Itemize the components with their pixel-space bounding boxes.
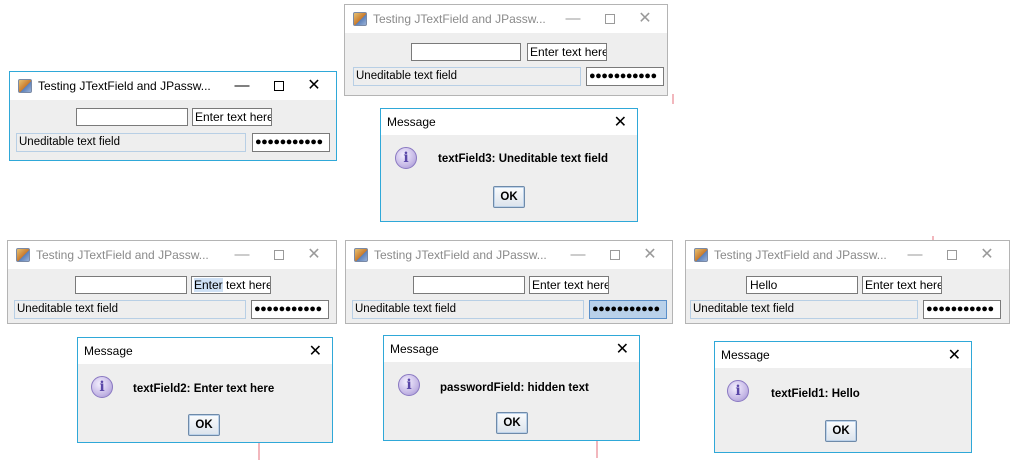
message-dialog-textfield1: Message ✕ i textField1: Hello OK [714, 341, 972, 453]
text-field-3-uneditable: Uneditable text field [353, 67, 581, 86]
maximize-icon [274, 81, 284, 92]
maximize-icon [274, 250, 284, 261]
window-title: Testing JTextField and JPassw... [714, 248, 887, 262]
dialog-title-bar[interactable]: Message ✕ [381, 109, 637, 135]
text-field-1[interactable]: Hello [746, 276, 858, 294]
title-bar[interactable]: Testing JTextField and JPassw... — ✕ [686, 241, 1009, 269]
maximize-button[interactable] [267, 244, 291, 266]
password-field[interactable]: ●●●●●●●●●●● [589, 300, 667, 319]
password-field[interactable]: ●●●●●●●●●●● [586, 67, 664, 86]
maximize-icon [947, 250, 957, 261]
uneditable-label: Uneditable text field [17, 303, 119, 315]
window-title: Testing JTextField and JPassw... [36, 248, 209, 262]
dialog-title: Message [84, 344, 133, 358]
message-dialog-passwordfield: Message ✕ i passwordField: hidden text O… [383, 335, 640, 441]
maximize-button[interactable] [940, 244, 964, 266]
dialog-message: textField1: Hello [771, 388, 860, 400]
text-field-2[interactable]: Enter text here [862, 276, 942, 294]
close-button[interactable]: ✕ [302, 244, 326, 266]
maximize-button[interactable] [598, 8, 622, 30]
close-button[interactable]: ✕ [302, 75, 326, 97]
java-app-icon [353, 12, 367, 26]
uneditable-label: Uneditable text field [19, 136, 121, 148]
minimize-button[interactable]: — [903, 244, 927, 266]
app-window-bottom-center: Testing JTextField and JPassw... — ✕ Ent… [345, 240, 673, 324]
minimize-button[interactable]: — [230, 244, 254, 266]
text-field-3-uneditable: Uneditable text field [690, 300, 918, 319]
dialog-title: Message [721, 348, 770, 362]
text-field-3-uneditable: Uneditable text field [352, 300, 584, 319]
password-field[interactable]: ●●●●●●●●●●● [251, 300, 329, 319]
info-icon: i [395, 147, 417, 169]
dialog-close-button[interactable]: ✕ [948, 345, 961, 365]
maximize-button[interactable] [603, 244, 627, 266]
dialog-message: textField3: Uneditable text field [438, 153, 608, 165]
maximize-icon [605, 14, 615, 25]
text-field-2[interactable]: Enter text here [191, 276, 271, 294]
app-window-top-left: Testing JTextField and JPassw... — ✕ Ent… [9, 71, 337, 161]
ok-button[interactable]: OK [825, 420, 857, 442]
text-field-1[interactable] [75, 276, 187, 294]
java-app-icon [18, 79, 32, 93]
dialog-message: textField2: Enter text here [133, 383, 275, 395]
ok-button[interactable]: OK [496, 412, 528, 434]
title-bar[interactable]: Testing JTextField and JPassw... — ✕ [10, 72, 336, 100]
dialog-message: passwordField: hidden text [440, 382, 589, 394]
background-line [258, 442, 260, 460]
app-window-top-center: Testing JTextField and JPassw... — ✕ Ent… [344, 4, 668, 96]
text-field-3-uneditable: Uneditable text field [16, 133, 246, 152]
message-dialog-textfield3: Message ✕ i textField3: Uneditable text … [380, 108, 638, 222]
maximize-button[interactable] [267, 75, 291, 97]
maximize-icon [610, 250, 620, 261]
text-field-2[interactable]: Enter text here [192, 108, 272, 126]
dialog-title-bar[interactable]: Message ✕ [715, 342, 971, 368]
ok-button[interactable]: OK [188, 414, 220, 436]
window-title: Testing JTextField and JPassw... [373, 12, 546, 26]
minimize-button[interactable]: — [566, 244, 590, 266]
selected-text: Enter [194, 278, 223, 292]
background-line [596, 438, 598, 458]
info-icon: i [398, 374, 420, 396]
dialog-title: Message [390, 342, 439, 356]
text-field-1[interactable] [413, 276, 525, 294]
password-field[interactable]: ●●●●●●●●●●● [923, 300, 1001, 319]
dialog-title-bar[interactable]: Message ✕ [384, 336, 639, 362]
text-field-1[interactable] [76, 108, 188, 126]
java-app-icon [354, 248, 368, 262]
window-title: Testing JTextField and JPassw... [38, 79, 211, 93]
minimize-button[interactable]: — [561, 8, 585, 30]
java-app-icon [16, 248, 30, 262]
ok-button[interactable]: OK [493, 186, 525, 208]
dialog-title: Message [387, 115, 436, 129]
text-field-2[interactable]: Enter text here [527, 43, 607, 61]
dialog-close-button[interactable]: ✕ [614, 112, 627, 132]
java-app-icon [694, 248, 708, 262]
app-window-bottom-right: Testing JTextField and JPassw... — ✕ Hel… [685, 240, 1010, 324]
dialog-close-button[interactable]: ✕ [309, 341, 322, 361]
text-field-1[interactable] [411, 43, 521, 61]
uneditable-label: Uneditable text field [355, 303, 457, 315]
password-field[interactable]: ●●●●●●●●●●● [252, 133, 330, 152]
close-button[interactable]: ✕ [638, 244, 662, 266]
dialog-close-button[interactable]: ✕ [616, 339, 629, 359]
close-button[interactable]: ✕ [633, 8, 657, 30]
app-window-bottom-left: Testing JTextField and JPassw... — ✕ Ent… [7, 240, 337, 324]
title-bar[interactable]: Testing JTextField and JPassw... — ✕ [346, 241, 672, 269]
text-field-2[interactable]: Enter text here [529, 276, 609, 294]
uneditable-label: Uneditable text field [356, 70, 458, 82]
info-icon: i [91, 376, 113, 398]
title-bar[interactable]: Testing JTextField and JPassw... — ✕ [345, 5, 667, 33]
uneditable-label: Uneditable text field [693, 303, 795, 315]
title-bar[interactable]: Testing JTextField and JPassw... — ✕ [8, 241, 336, 269]
text-field-3-uneditable: Uneditable text field [14, 300, 246, 319]
info-icon: i [727, 380, 749, 402]
minimize-button[interactable]: — [230, 75, 254, 97]
dialog-title-bar[interactable]: Message ✕ [78, 338, 332, 364]
unselected-text: text here [222, 278, 271, 292]
close-button[interactable]: ✕ [975, 244, 999, 266]
background-line [672, 94, 674, 104]
window-title: Testing JTextField and JPassw... [374, 248, 547, 262]
message-dialog-textfield2: Message ✕ i textField2: Enter text here … [77, 337, 333, 443]
